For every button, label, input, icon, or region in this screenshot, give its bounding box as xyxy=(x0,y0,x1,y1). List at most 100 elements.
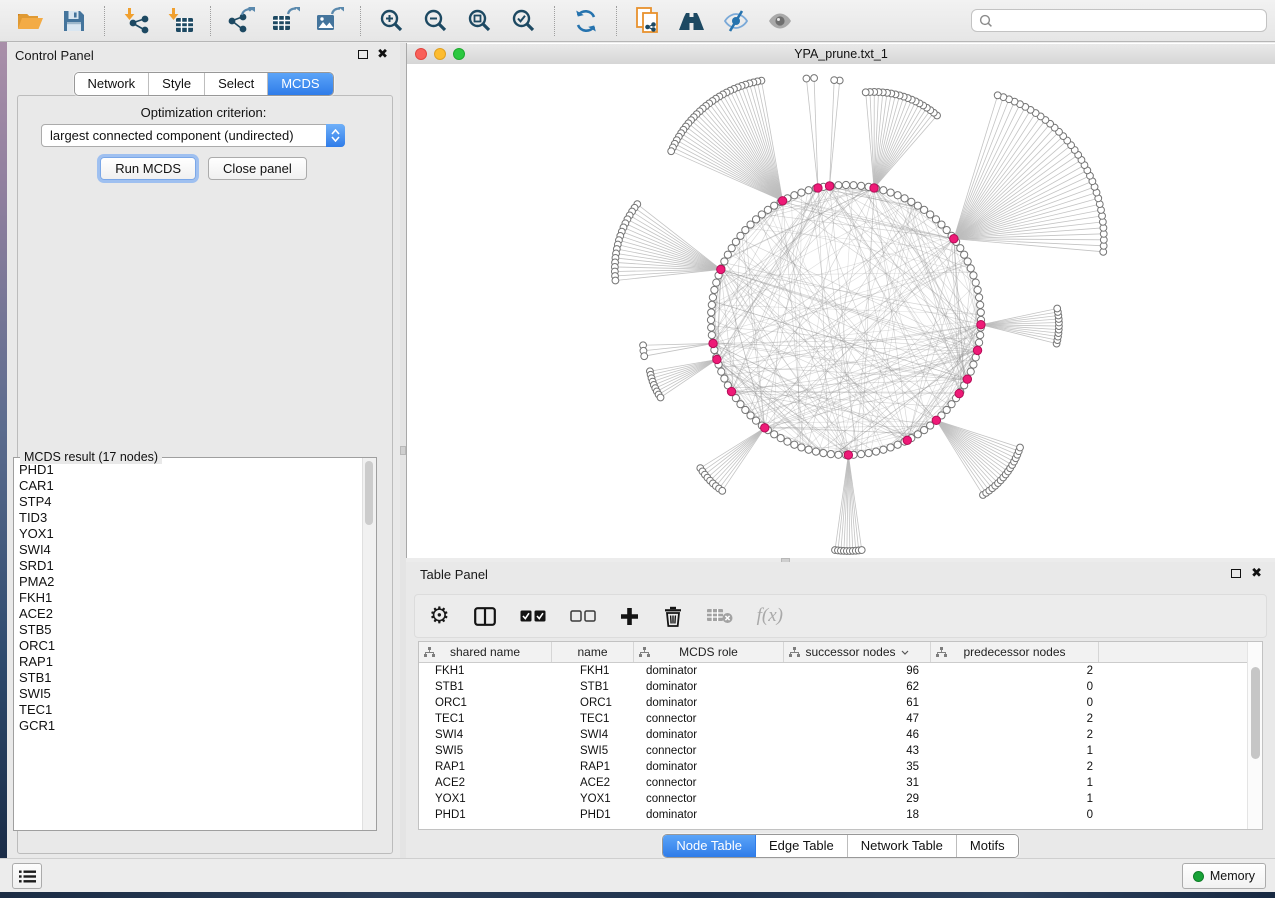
tab-select[interactable]: Select xyxy=(205,73,268,95)
mcds-result-item[interactable]: FKH1 xyxy=(14,590,363,606)
delete-table-icon[interactable] xyxy=(707,602,733,630)
tab-network[interactable]: Network xyxy=(74,73,149,95)
mcds-result-item[interactable]: TID3 xyxy=(14,510,363,526)
network-view-canvas[interactable] xyxy=(407,64,1275,558)
mcds-result-item[interactable]: ACE2 xyxy=(14,606,363,622)
clone-network-icon[interactable] xyxy=(633,6,663,36)
add-column-icon[interactable] xyxy=(620,602,639,630)
column-header-shared-name[interactable]: shared name xyxy=(419,642,552,662)
task-history-button[interactable] xyxy=(12,863,42,889)
export-image-icon[interactable] xyxy=(315,6,345,36)
delete-column-icon[interactable] xyxy=(663,602,683,630)
table-cell: 0 xyxy=(931,809,1099,821)
open-folder-icon[interactable] xyxy=(15,6,45,36)
table-row[interactable]: STB1STB1dominator620 xyxy=(419,679,1262,695)
table-row[interactable]: SWI4SWI4dominator462 xyxy=(419,727,1262,743)
table-scrollbar-thumb[interactable] xyxy=(1251,667,1260,759)
refresh-icon[interactable] xyxy=(571,6,601,36)
table-row[interactable]: ORC1ORC1dominator610 xyxy=(419,695,1262,711)
table-row[interactable]: PHD1PHD1dominator180 xyxy=(419,807,1262,823)
dropdown-stepper-icon xyxy=(326,124,345,147)
tab-edge-table[interactable]: Edge Table xyxy=(756,835,848,857)
mcds-result-item[interactable]: SRD1 xyxy=(14,558,363,574)
run-mcds-button[interactable]: Run MCDS xyxy=(100,157,196,180)
sort-desc-icon xyxy=(901,650,909,655)
column-header-name[interactable]: name xyxy=(552,642,634,662)
main-toolbar xyxy=(0,0,1275,42)
mcds-result-item[interactable]: PHD1 xyxy=(14,462,363,478)
table-cell: ACE2 xyxy=(552,777,634,789)
table-cell: PHD1 xyxy=(552,809,634,821)
result-scrollbar[interactable] xyxy=(362,458,376,830)
table-cell: 29 xyxy=(784,793,931,805)
tab-network-table[interactable]: Network Table xyxy=(848,835,957,857)
zoom-fit-icon[interactable] xyxy=(465,6,495,36)
column-header-successor-nodes[interactable]: successor nodes xyxy=(784,642,931,662)
mcds-result-item[interactable]: PMA2 xyxy=(14,574,363,590)
sort-tree-icon xyxy=(639,647,650,658)
float-panel-icon[interactable] xyxy=(358,50,368,59)
tab-style[interactable]: Style xyxy=(149,73,205,95)
zoom-out-icon[interactable] xyxy=(421,6,451,36)
select-all-checkboxes-icon[interactable] xyxy=(520,602,546,630)
tab-motifs[interactable]: Motifs xyxy=(957,835,1018,857)
show-eye-icon[interactable] xyxy=(765,6,795,36)
mcds-result-item[interactable]: STB1 xyxy=(14,670,363,686)
zoom-in-icon[interactable] xyxy=(377,6,407,36)
table-row[interactable]: YOX1YOX1connector291 xyxy=(419,791,1262,807)
zoom-selected-icon[interactable] xyxy=(509,6,539,36)
column-header-MCDS-role[interactable]: MCDS role xyxy=(634,642,784,662)
deselect-all-checkboxes-icon[interactable] xyxy=(570,602,596,630)
table-row[interactable]: FKH1FKH1dominator962 xyxy=(419,663,1262,679)
binoculars-icon[interactable] xyxy=(677,6,707,36)
export-table-icon[interactable] xyxy=(271,6,301,36)
mcds-result-list[interactable]: PHD1CAR1STP4TID3YOX1SWI4SRD1PMA2FKH1ACE2… xyxy=(14,462,363,826)
table-cell: 1 xyxy=(931,793,1099,805)
network-window-titlebar[interactable]: YPA_prune.txt_1 xyxy=(407,44,1275,65)
mcds-result-item[interactable]: YOX1 xyxy=(14,526,363,542)
mcds-result-item[interactable]: SWI4 xyxy=(14,542,363,558)
node-table[interactable]: shared namenameMCDS rolesuccessor nodesp… xyxy=(418,641,1263,830)
mcds-result-item[interactable]: STB5 xyxy=(14,622,363,638)
float-table-panel-icon[interactable] xyxy=(1231,569,1241,578)
mcds-result-item[interactable]: SWI5 xyxy=(14,686,363,702)
memory-button[interactable]: Memory xyxy=(1182,863,1266,889)
function-builder-icon[interactable]: f(x) xyxy=(757,602,783,630)
save-icon[interactable] xyxy=(59,6,89,36)
table-row[interactable]: RAP1RAP1dominator352 xyxy=(419,759,1262,775)
mcds-result-item[interactable]: STP4 xyxy=(14,494,363,510)
table-tabs: Node TableEdge TableNetwork TableMotifs xyxy=(406,834,1275,858)
import-table-icon[interactable] xyxy=(165,6,195,36)
result-scrollbar-thumb[interactable] xyxy=(365,461,373,525)
mcds-result-item[interactable]: GCR1 xyxy=(14,718,363,734)
optimization-criterion-dropdown[interactable]: largest connected component (undirected) xyxy=(41,124,345,147)
close-table-panel-icon[interactable]: ✖ xyxy=(1251,565,1262,581)
optimization-criterion-label: Optimization criterion: xyxy=(7,105,400,120)
column-header-predecessor-nodes[interactable]: predecessor nodes xyxy=(931,642,1099,662)
control-panel-title: Control Panel xyxy=(15,48,94,63)
search-box[interactable] xyxy=(971,9,1267,32)
table-cell: YOX1 xyxy=(419,793,552,805)
search-input[interactable] xyxy=(998,13,1266,29)
close-panel-icon[interactable]: ✖ xyxy=(377,46,388,62)
table-row[interactable]: ACE2ACE2connector311 xyxy=(419,775,1262,791)
hide-selected-eye-icon[interactable] xyxy=(721,6,751,36)
tab-node-table[interactable]: Node Table xyxy=(663,835,756,857)
export-network-icon[interactable] xyxy=(227,6,257,36)
mcds-result-item[interactable]: ORC1 xyxy=(14,638,363,654)
toolbar-separator xyxy=(104,6,106,36)
network-window-title: YPA_prune.txt_1 xyxy=(407,47,1275,61)
mcds-result-item[interactable]: CAR1 xyxy=(14,478,363,494)
import-network-icon[interactable] xyxy=(121,6,151,36)
table-cell: ACE2 xyxy=(419,777,552,789)
control-panel-tabs: NetworkStyleSelectMCDS xyxy=(73,72,333,96)
table-row[interactable]: SWI5SWI5connector431 xyxy=(419,743,1262,759)
settings-gear-icon[interactable]: ⚙ xyxy=(429,602,450,630)
table-scrollbar[interactable] xyxy=(1247,642,1262,829)
tab-mcds[interactable]: MCDS xyxy=(268,73,332,95)
mcds-result-item[interactable]: TEC1 xyxy=(14,702,363,718)
toggle-columns-icon[interactable] xyxy=(474,602,496,630)
close-panel-button[interactable]: Close panel xyxy=(208,157,307,180)
table-row[interactable]: TEC1TEC1connector472 xyxy=(419,711,1262,727)
mcds-result-item[interactable]: RAP1 xyxy=(14,654,363,670)
